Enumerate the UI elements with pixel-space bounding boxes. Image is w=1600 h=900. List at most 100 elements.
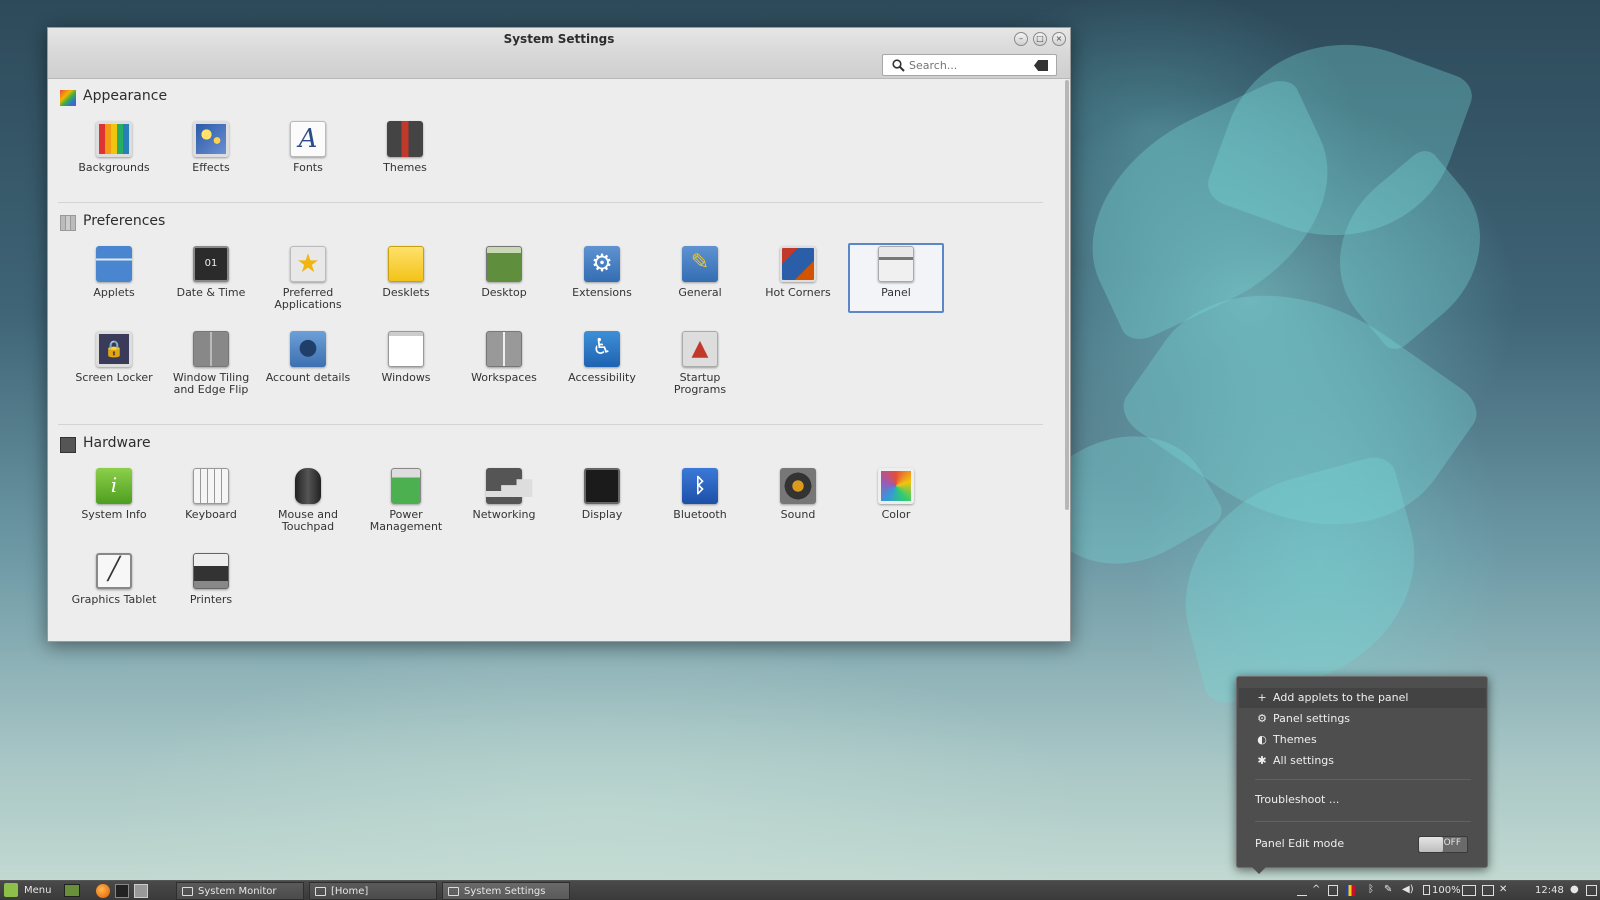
firefox-icon[interactable] (96, 884, 110, 898)
clock[interactable]: 12:48 (1535, 882, 1564, 900)
settings-item-extensions[interactable]: ⚙ Extensions (554, 243, 650, 301)
system-monitor-icon (182, 887, 193, 896)
graphics-tablet-icon: ╱ (96, 553, 132, 589)
item-label: System Info (81, 508, 147, 521)
network-icon[interactable] (1462, 885, 1476, 896)
panel-edit-mode-toggle[interactable]: OFF (1418, 836, 1468, 853)
clear-search-icon[interactable] (1034, 60, 1048, 71)
settings-item-screen-locker[interactable]: 🔒 Screen Locker (66, 328, 162, 386)
settings-item-applets[interactable]: Applets (66, 243, 162, 301)
backgrounds-icon (96, 121, 132, 157)
files-icon[interactable] (134, 884, 148, 898)
task-home[interactable]: [Home] (309, 882, 437, 900)
desklets-icon (388, 246, 424, 282)
task-system-settings[interactable]: System Settings (442, 882, 570, 900)
settings-item-backgrounds[interactable]: Backgrounds (66, 118, 162, 176)
keyboard-layout-icon[interactable] (1297, 885, 1307, 896)
settings-item-general[interactable]: ✎ General (652, 243, 748, 301)
menu-item-label: Panel Edit mode (1255, 837, 1345, 850)
settings-item-mouse[interactable]: Mouse and Touchpad (260, 465, 356, 535)
terminal-icon[interactable] (115, 884, 129, 898)
task-system-monitor[interactable]: System Monitor (176, 882, 304, 900)
window-tiling-icon (193, 331, 229, 367)
item-label: Accessibility (568, 371, 636, 384)
item-label: Themes (383, 161, 427, 174)
menu-item-label: Troubleshoot ... (1255, 793, 1340, 806)
effects-icon (193, 121, 229, 157)
settings-item-date-time[interactable]: 01 Date & Time (163, 243, 259, 301)
search-input[interactable] (909, 58, 1024, 73)
panel-icon (878, 246, 914, 282)
settings-item-fonts[interactable]: A Fonts (260, 118, 356, 176)
volume-icon[interactable]: ◀) (1402, 881, 1414, 895)
section-divider (58, 202, 1043, 203)
settings-item-printers[interactable]: Printers (163, 550, 259, 608)
menu-item-troubleshoot[interactable]: Troubleshoot ... (1239, 790, 1486, 810)
notifications-icon[interactable] (1586, 885, 1597, 896)
settings-item-hot-corners[interactable]: Hot Corners (750, 243, 846, 301)
accessibility-icon: ♿ (584, 331, 620, 367)
settings-item-bluetooth[interactable]: ᛒ Bluetooth (652, 465, 748, 523)
bluetooth-icon[interactable]: ᛒ (1368, 881, 1378, 895)
tools-icon[interactable]: ✕ (1499, 881, 1509, 895)
chevron-up-icon[interactable]: ^ (1312, 881, 1322, 895)
settings-item-power-management[interactable]: Power Management (358, 465, 454, 535)
settings-item-themes[interactable]: Themes (357, 118, 453, 176)
minimize-button[interactable]: – (1014, 32, 1028, 46)
menu-item-all-settings[interactable]: ✱ All settings (1239, 751, 1486, 771)
item-label: Color (881, 508, 911, 521)
settings-item-panel[interactable]: Panel (848, 243, 944, 313)
user-icon[interactable]: ● (1570, 881, 1580, 895)
system-info-icon: i (96, 468, 132, 504)
settings-item-system-info[interactable]: i System Info (66, 465, 162, 523)
item-label: Window Tiling and Edge Flip (172, 371, 250, 396)
battery-icon (1423, 885, 1430, 895)
search-box[interactable] (882, 54, 1057, 76)
menu-item-themes[interactable]: ◐ Themes (1239, 730, 1486, 750)
settings-item-account-details[interactable]: ● Account details (260, 328, 356, 386)
settings-item-effects[interactable]: Effects (163, 118, 259, 176)
menu-item-panel-settings[interactable]: ⚙ Panel settings (1239, 709, 1486, 729)
settings-item-windows[interactable]: Windows (358, 328, 454, 386)
menu-item-add-applets[interactable]: + Add applets to the panel (1239, 688, 1486, 708)
menu-button[interactable]: Menu (4, 882, 51, 900)
vertical-scrollbar[interactable] (1065, 80, 1069, 510)
settings-item-graphics-tablet[interactable]: ╱ Graphics Tablet (66, 550, 162, 608)
item-label: Desktop (481, 286, 527, 299)
settings-item-display[interactable]: Display (554, 465, 650, 523)
removable-drive-icon[interactable] (1482, 885, 1494, 896)
settings-item-workspaces[interactable]: Workspaces (456, 328, 552, 386)
toggle-knob (1419, 837, 1443, 852)
menu-separator (1255, 779, 1471, 780)
battery-indicator[interactable]: 100% (1423, 882, 1461, 900)
settings-item-color[interactable]: Color (848, 465, 944, 523)
applets-icon (96, 246, 132, 282)
fonts-icon: A (290, 121, 326, 157)
item-label: Account details (265, 371, 351, 384)
pen-icon[interactable]: ✎ (1384, 881, 1394, 895)
section-divider (58, 424, 1043, 425)
settings-item-preferred-applications[interactable]: ★ Preferred Applications (260, 243, 356, 313)
mouse-icon (295, 468, 321, 504)
settings-item-desklets[interactable]: Desklets (358, 243, 454, 301)
window-titlebar[interactable]: System Settings – □ × (48, 28, 1070, 51)
settings-item-startup-programs[interactable]: ▲ Startup Programs (652, 328, 748, 398)
maximize-button[interactable]: □ (1033, 32, 1047, 46)
settings-item-window-tiling[interactable]: Window Tiling and Edge Flip (163, 328, 259, 398)
settings-item-desktop[interactable]: Desktop (456, 243, 552, 301)
settings-item-sound[interactable]: Sound (750, 465, 846, 523)
general-icon: ✎ (682, 246, 718, 282)
close-button[interactable]: × (1052, 32, 1066, 46)
flag-icon[interactable] (1345, 885, 1355, 896)
settings-item-networking[interactable]: ▂▄▆ Networking (456, 465, 552, 523)
plus-icon: + (1257, 691, 1267, 704)
menu-item-label: All settings (1273, 754, 1334, 767)
show-desktop-icon[interactable] (64, 884, 80, 897)
settings-item-accessibility[interactable]: ♿ Accessibility (554, 328, 650, 386)
section-title: Preferences (83, 213, 166, 229)
update-icon[interactable] (1328, 885, 1338, 896)
menu-label: Menu (24, 885, 52, 896)
screen-locker-icon: 🔒 (96, 331, 132, 367)
settings-item-keyboard[interactable]: Keyboard (163, 465, 259, 523)
item-label: Mouse and Touchpad (278, 508, 338, 533)
